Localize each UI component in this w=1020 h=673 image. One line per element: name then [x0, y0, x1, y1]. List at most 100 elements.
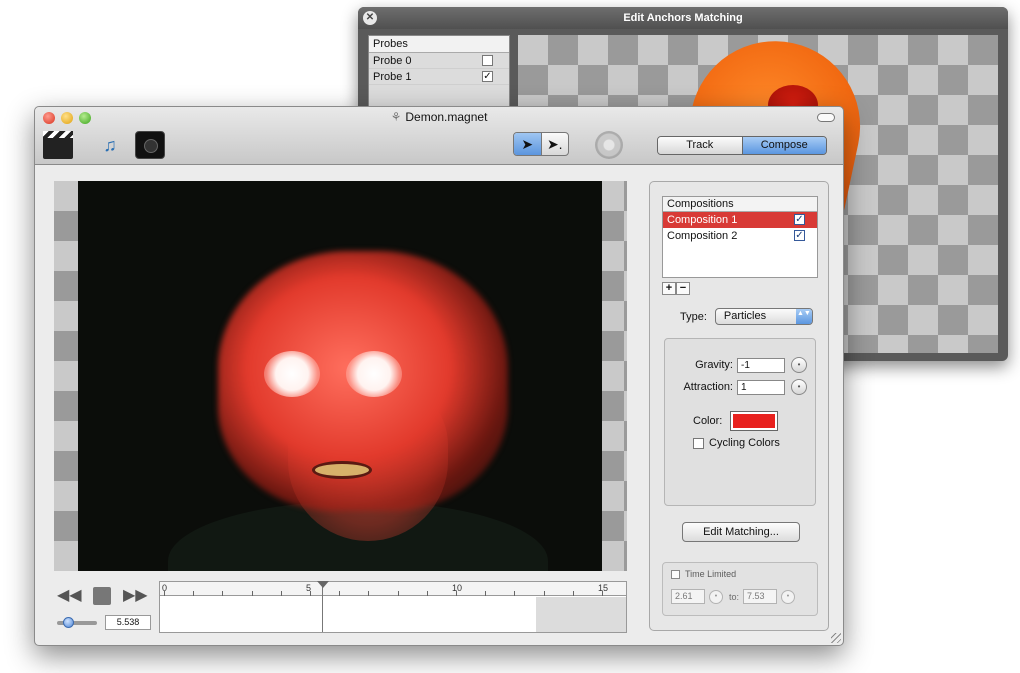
resize-grip-icon[interactable] [831, 633, 841, 643]
select-pointer-icon[interactable]: ➤ [514, 133, 542, 155]
composition-checkbox[interactable]: ✓ [794, 230, 805, 241]
probe-checkbox[interactable] [482, 55, 493, 66]
inspector-panel: Compositions Composition 1 ✓ Composition… [649, 181, 829, 631]
time-to-knob-icon[interactable]: • [781, 589, 796, 604]
time-from-field[interactable]: 2.61 [671, 589, 705, 604]
ruler-tick [368, 591, 370, 596]
ruler-tick [164, 591, 165, 596]
gravity-knob-icon[interactable]: • [791, 357, 807, 373]
add-remove-buttons: + − [662, 282, 690, 295]
time-limited-row[interactable]: Time Limited [671, 569, 736, 579]
stop-button[interactable] [93, 587, 111, 605]
viewer-canvas[interactable] [54, 181, 627, 571]
attraction-field[interactable]: 1 [737, 379, 785, 395]
composition-label: Composition 2 [667, 230, 738, 242]
compositions-list[interactable]: Compositions Composition 1 ✓ Composition… [662, 196, 818, 278]
ruler-tick [339, 591, 341, 596]
composition-checkbox[interactable]: ✓ [794, 214, 805, 225]
probes-list[interactable]: Probes Probe 0 Probe 1 ✓ [368, 35, 510, 115]
cycling-colors-checkbox[interactable] [693, 437, 704, 449]
time-limited-checkbox[interactable] [671, 569, 680, 579]
time-range-row: 2.61 • to: 7.53 • [671, 589, 801, 604]
playhead-line[interactable] [322, 582, 323, 632]
compositions-header: Compositions [663, 197, 817, 212]
cycling-colors-row[interactable]: Cycling Colors [693, 437, 780, 449]
probe-row[interactable]: Probe 1 ✓ [369, 69, 509, 85]
timeline-end-region [536, 597, 626, 632]
attraction-row: Attraction: 1 • [683, 379, 807, 395]
window-title: ⚘ Demon.magnet [35, 110, 843, 124]
time-limited-label: Time Limited [685, 569, 737, 579]
chevron-updown-icon: ▲▼ [795, 309, 812, 324]
ruler-tick [543, 591, 545, 596]
cycling-colors-label: Cycling Colors [709, 437, 780, 449]
attraction-knob-icon[interactable]: • [791, 379, 807, 395]
timeline-ruler[interactable]: 0 5 10 15 [160, 582, 626, 596]
mode-segmented-control: Track Compose [657, 136, 827, 155]
main-window: ⚘Demon.magnet ♫ ➤ ➤. Track Compose ◀◀ ▶ [34, 106, 844, 646]
toolbar: ⚘ Demon.magnet ♫ ➤ ➤. Track Compose [35, 107, 843, 165]
composition-label: Composition 1 [667, 214, 738, 226]
tab-track[interactable]: Track [658, 137, 743, 154]
gravity-label: Gravity: [695, 359, 733, 371]
ruler-tick [485, 591, 487, 596]
type-label: Type: [680, 310, 707, 323]
camera-icon[interactable] [135, 131, 165, 159]
ruler-tick [193, 591, 195, 596]
edit-matching-button[interactable]: Edit Matching... [682, 522, 800, 542]
ruler-tick [426, 591, 428, 596]
dial-icon[interactable] [595, 131, 623, 159]
tab-compose[interactable]: Compose [742, 137, 826, 154]
fast-forward-button[interactable]: ▶▶ [123, 585, 148, 605]
time-limit-box: Time Limited 2.61 • to: 7.53 • [662, 562, 818, 616]
clapperboard-icon[interactable] [43, 131, 73, 159]
color-swatch [733, 414, 776, 428]
color-label: Color: [693, 415, 723, 427]
timeline-zoom-slider[interactable] [57, 617, 97, 628]
color-row: Color: [693, 411, 779, 431]
composition-row[interactable]: Composition 2 ✓ [663, 228, 817, 244]
document-icon: ⚘ [390, 110, 402, 124]
glowing-eye-left [264, 351, 320, 397]
ruler-label: 15 [598, 583, 609, 593]
ruler-label: 10 [452, 583, 463, 593]
ruler-tick [280, 591, 282, 596]
anchors-window-title: Edit Anchors Matching [623, 12, 743, 24]
time-from-knob-icon[interactable]: • [709, 589, 723, 604]
ruler-tick [602, 591, 603, 596]
add-composition-button[interactable]: + [662, 282, 676, 295]
ruler-tick [222, 591, 224, 596]
slider-knob[interactable] [63, 617, 74, 628]
attraction-label: Attraction: [683, 381, 733, 393]
playhead-marker[interactable] [317, 581, 329, 588]
gravity-row: Gravity: -1 • [695, 357, 807, 373]
video-preview[interactable] [78, 181, 602, 571]
subselect-pointer-icon[interactable]: ➤. [542, 133, 569, 155]
gravity-field[interactable]: -1 [737, 357, 785, 373]
composition-row[interactable]: Composition 1 ✓ [663, 212, 817, 228]
current-time-field[interactable]: 5.538 [105, 615, 151, 630]
ruler-tick [251, 591, 253, 596]
subject-mouth [312, 461, 372, 479]
timeline[interactable]: 0 5 10 15 [159, 581, 627, 633]
close-icon[interactable]: ✕ [363, 11, 377, 25]
probe-label: Probe 0 [373, 55, 412, 67]
toolbar-toggle-button[interactable] [817, 113, 835, 122]
pointer-tools: ➤ ➤. [513, 132, 569, 156]
remove-composition-button[interactable]: − [676, 282, 690, 295]
document-title: Demon.magnet [405, 110, 488, 124]
probes-header: Probes [369, 36, 509, 53]
type-value: Particles [723, 310, 767, 322]
probe-row[interactable]: Probe 0 [369, 53, 509, 69]
time-to-field[interactable]: 7.53 [743, 589, 778, 604]
parameters-box: Gravity: -1 • Attraction: 1 • Color: Cyc… [664, 338, 816, 506]
media-browser-icon[interactable]: ♫ [95, 131, 125, 159]
anchors-titlebar: ✕ Edit Anchors Matching [358, 7, 1008, 29]
type-row: Type: Particles ▲▼ [680, 308, 813, 325]
color-well[interactable] [730, 411, 779, 431]
probe-checkbox[interactable]: ✓ [482, 71, 493, 82]
rewind-button[interactable]: ◀◀ [57, 585, 82, 605]
type-select[interactable]: Particles ▲▼ [714, 308, 813, 325]
ruler-tick [456, 591, 457, 596]
ruler-tick [572, 591, 574, 596]
